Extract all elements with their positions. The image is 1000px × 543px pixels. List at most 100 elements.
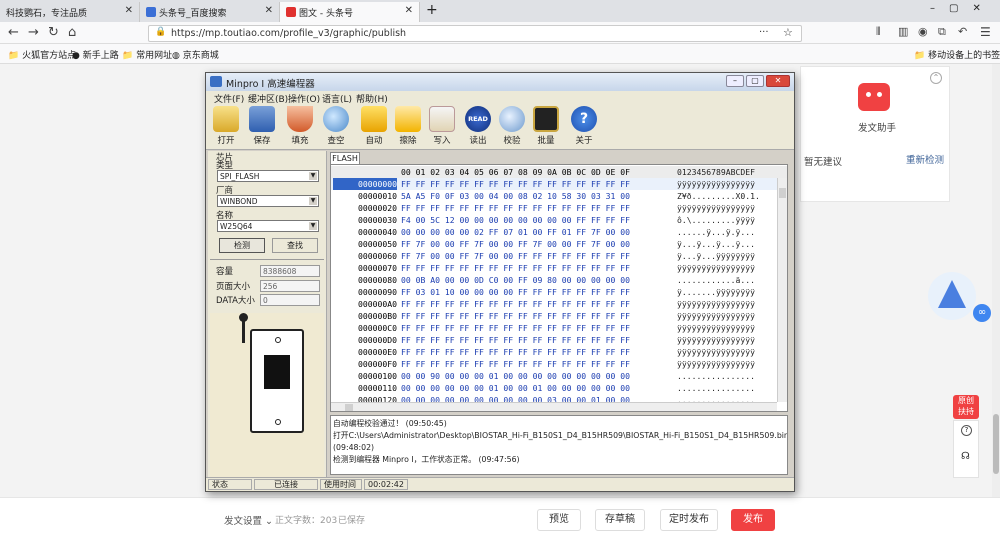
hex-row[interactable]: 000000B0 FF FF FF FF FF FF FF FF FF FF FF… xyxy=(331,310,777,322)
auto-button[interactable]: 自动 xyxy=(358,106,390,149)
forward-icon[interactable]: → xyxy=(28,25,39,40)
socket-illustration xyxy=(210,313,324,477)
tab-2[interactable]: 头条号_百度搜索 ✕ xyxy=(140,2,280,22)
write-button[interactable]: 写入 xyxy=(426,106,458,149)
hex-row[interactable]: 00000040 00 00 00 00 00 02 FF 07 01 00 FF… xyxy=(331,226,777,238)
hex-row[interactable]: 000000C0 FF FF FF FF FF FF FF FF FF FF FF… xyxy=(331,322,777,334)
collapse-icon[interactable]: ⌃ xyxy=(930,72,942,84)
star-icon[interactable]: ☆ xyxy=(783,26,793,39)
schedule-button[interactable]: 定时发布 xyxy=(660,509,718,531)
ascii-column-header: 0123456789ABCDEF xyxy=(677,167,755,177)
window-controls[interactable]: –▢✕ xyxy=(930,3,995,14)
bird-mascot-icon[interactable] xyxy=(928,272,976,320)
bookmark-item[interactable]: ◍ 京东商城 xyxy=(172,48,219,61)
hex-row[interactable]: 00000110 00 00 00 00 00 00 01 00 00 01 00… xyxy=(331,382,777,394)
page-scrollbar[interactable] xyxy=(992,64,1000,497)
headset-icon[interactable]: ☊ xyxy=(961,451,970,462)
about-button[interactable]: ? 关于 xyxy=(568,106,600,149)
url-bar[interactable]: 🔒 https://mp.toutiao.com/profile_v3/grap… xyxy=(148,25,802,42)
back-icon[interactable]: ← xyxy=(8,25,19,40)
runner-icon xyxy=(361,106,387,132)
recheck-link[interactable]: 重新检测 xyxy=(906,152,944,166)
usage-time-value: 00:02:42 xyxy=(364,479,408,490)
menu-bar: 文件(F) 缓冲区(B) 操作(O) 语言(L) 帮助(H) xyxy=(206,91,794,105)
hex-bytes: 00 0B A0 00 00 0D C0 00 FF 09 80 00 00 0… xyxy=(401,275,631,285)
hex-row[interactable]: 000000A0 FF FF FF FF FF FF FF FF FF FF FF… xyxy=(331,298,777,310)
close-window-button[interactable]: ✕ xyxy=(766,75,790,87)
hex-hscrollbar[interactable] xyxy=(331,402,777,411)
verify-magnifier-icon xyxy=(499,106,525,132)
home-icon[interactable]: ⌂ xyxy=(68,25,76,40)
verify-button[interactable]: 校验 xyxy=(496,106,528,149)
save-draft-button[interactable]: 存草稿 xyxy=(595,509,645,531)
detect-button[interactable]: 检测 xyxy=(219,238,265,253)
log-line: 检测到编程器 Minpro I，工作状态正常。 (09:47:56) xyxy=(333,455,520,464)
app-icon xyxy=(210,76,222,87)
read-button[interactable]: READ 读出 xyxy=(462,106,494,149)
find-button[interactable]: 查找 xyxy=(272,238,318,253)
post-settings[interactable]: 发文设置 ⌄ xyxy=(224,513,273,527)
publish-button[interactable]: 发布 xyxy=(731,509,775,531)
more-icon[interactable]: ··· xyxy=(759,27,769,38)
minimize-button[interactable]: – xyxy=(726,75,744,87)
hex-row[interactable]: 000000F0 FF FF FF FF FF FF FF FF FF FF FF… xyxy=(331,358,777,370)
hex-row[interactable]: 00000100 00 00 90 00 00 00 01 00 00 00 00… xyxy=(331,370,777,382)
hex-row[interactable]: 00000090 FF 03 01 10 00 00 00 00 FF FF FF… xyxy=(331,286,777,298)
hex-row[interactable]: 00000020 FF FF FF FF FF FF FF FF FF FF FF… xyxy=(331,202,777,214)
hex-row[interactable]: 000000E0 FF FF FF FF FF FF FF FF FF FF FF… xyxy=(331,346,777,358)
batch-button[interactable]: 批量 xyxy=(530,106,562,149)
undo-icon[interactable]: ↶ xyxy=(958,25,967,38)
hex-scrollbar[interactable] xyxy=(777,178,787,402)
tab-flash[interactable]: FLASH xyxy=(330,152,360,164)
reload-icon[interactable]: ↻ xyxy=(48,25,59,40)
preview-button[interactable]: 预览 xyxy=(537,509,581,531)
bookmark-item[interactable]: 📁 火狐官方站点 xyxy=(8,48,76,61)
hex-row[interactable]: 00000080 00 0B A0 00 00 0D C0 00 FF 09 80… xyxy=(331,274,777,286)
tab-1[interactable]: 科技鹦石，专注品质 ✕ xyxy=(0,2,140,22)
name-select[interactable]: W25Q64 ▼ xyxy=(217,220,319,232)
scrollbar-thumb[interactable] xyxy=(993,414,999,474)
menu-icon[interactable]: ☰ xyxy=(980,25,991,39)
hex-row[interactable]: 00000010 5A A5 F0 0F 03 00 04 00 08 02 10… xyxy=(331,190,777,202)
close-tab-icon[interactable]: ✕ xyxy=(405,5,413,16)
library-icon[interactable]: ⫴ xyxy=(876,25,881,39)
hex-ascii: ÿ...ÿ...ÿ...ÿ... xyxy=(677,239,755,249)
hex-row[interactable]: 000000D0 FF FF FF FF FF FF FF FF FF FF FF… xyxy=(331,334,777,346)
open-button[interactable]: 打开 xyxy=(210,106,242,149)
assistant-label: 发文助手 xyxy=(858,123,897,134)
original-support-badge[interactable]: 原创 扶持 xyxy=(953,395,979,419)
sidebar-icon[interactable]: ▥ xyxy=(898,25,908,38)
new-tab-button[interactable]: + xyxy=(426,2,438,18)
toolbar: 打开 保存 填充 查空 自动 擦除 写入 READ 读出 校验 批量 ? 关于 xyxy=(206,104,794,150)
programmer-window: Minpro I 高速编程器 – ▢ ✕ 文件(F) 缓冲区(B) 操作(O) … xyxy=(205,72,795,492)
blank-check-button[interactable]: 查空 xyxy=(320,106,352,149)
maker-select[interactable]: WINBOND ▼ xyxy=(217,195,319,207)
fill-button[interactable]: 填充 xyxy=(284,106,316,149)
hex-row[interactable]: 00000000 FF FF FF FF FF FF FF FF FF FF FF… xyxy=(331,178,777,190)
hex-row[interactable]: 00000050 FF 7F 00 00 FF 7F 00 00 FF 7F 00… xyxy=(331,238,777,250)
hex-row[interactable]: 00000030 F4 00 5C 12 00 00 00 00 00 00 00… xyxy=(331,214,777,226)
window-titlebar[interactable]: Minpro I 高速编程器 – ▢ ✕ xyxy=(206,73,794,91)
hex-row[interactable]: 00000070 FF FF FF FF FF FF FF FF FF FF FF… xyxy=(331,262,777,274)
hex-address: 000000A0 xyxy=(358,299,397,309)
screenshot-icon[interactable]: ⧉ xyxy=(938,25,946,39)
close-tab-icon[interactable]: ✕ xyxy=(265,5,273,16)
hex-ascii: ÿÿÿÿÿÿÿÿÿÿÿÿÿÿÿÿ xyxy=(677,347,755,357)
hex-ascii: ................ xyxy=(677,371,755,381)
account-icon[interactable]: ◉ xyxy=(918,25,928,38)
erase-button[interactable]: 擦除 xyxy=(392,106,424,149)
save-button[interactable]: 保存 xyxy=(246,106,278,149)
help-icon[interactable]: ? xyxy=(961,425,972,436)
bookmark-item[interactable]: ● 新手上路 xyxy=(72,48,119,61)
bookmark-item[interactable]: 📁 常用网址 xyxy=(122,48,172,61)
no-suggestion-text: 暂无建议 xyxy=(804,157,843,168)
share-icon[interactable]: ∞ xyxy=(973,304,991,322)
tab-3-active[interactable]: 图文 - 头条号 ✕ xyxy=(280,2,420,22)
mobile-bookmarks[interactable]: 📁 移动设备上的书签 xyxy=(914,48,1000,61)
close-tab-icon[interactable]: ✕ xyxy=(125,5,133,16)
type-select[interactable]: SPI_FLASH ▼ xyxy=(217,170,319,182)
hex-address: 00000090 xyxy=(358,287,397,297)
hex-row[interactable]: 00000060 FF 7F 00 00 FF 7F 00 00 FF FF FF… xyxy=(331,250,777,262)
hex-view[interactable]: 00 01 02 03 04 05 06 07 08 09 0A 0B 0C 0… xyxy=(330,164,788,412)
maximize-button[interactable]: ▢ xyxy=(746,75,764,87)
